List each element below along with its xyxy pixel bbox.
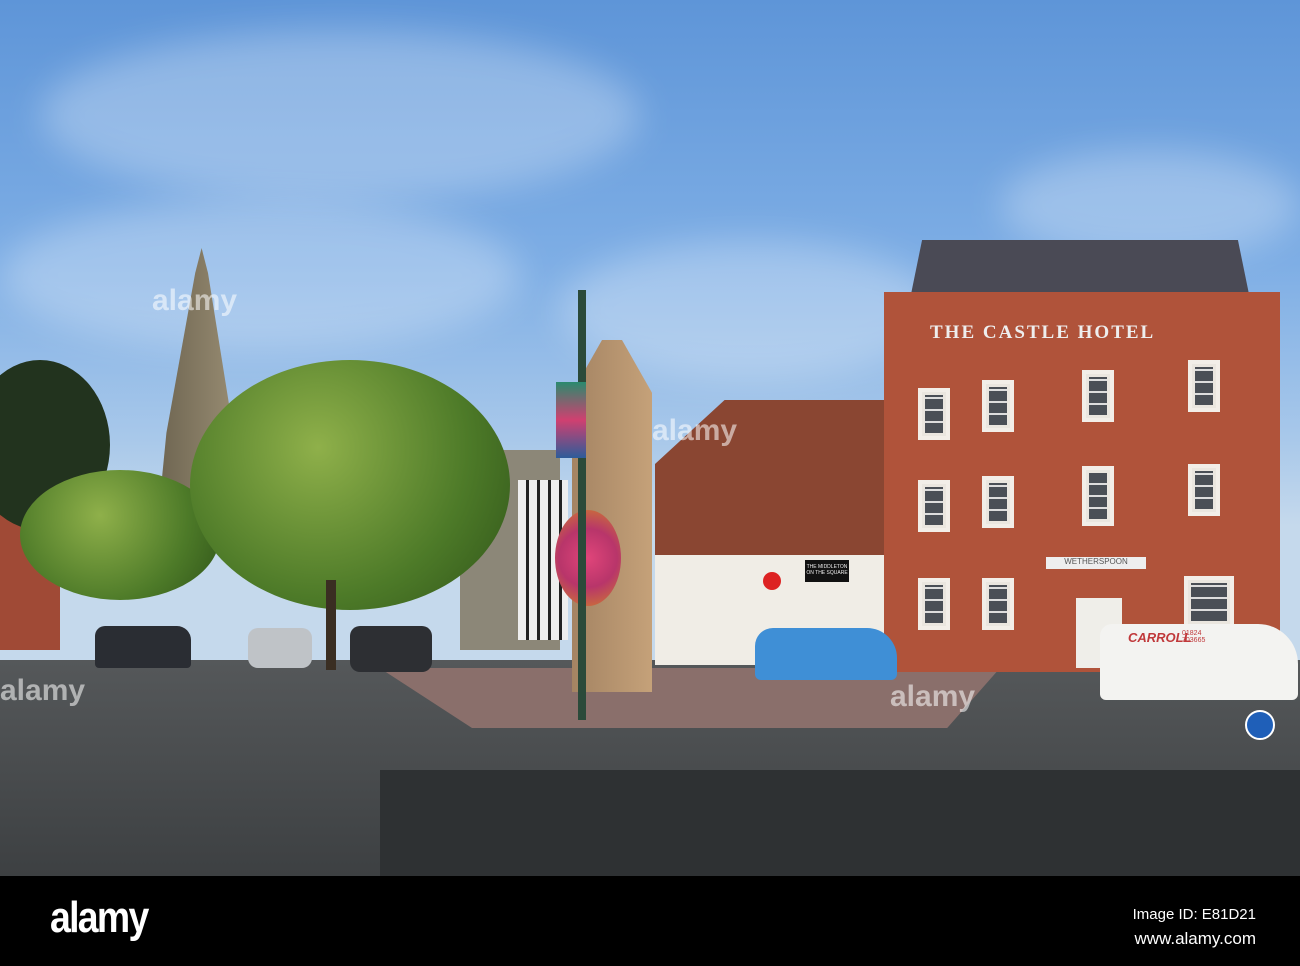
no-entry-sign <box>763 572 781 590</box>
window <box>918 578 950 630</box>
watermark: alamy <box>652 414 738 447</box>
window <box>1184 576 1234 628</box>
image-id: Image ID: E81D21 <box>1132 906 1256 923</box>
window <box>1082 466 1114 526</box>
cloud <box>40 30 640 200</box>
window <box>918 388 950 440</box>
window <box>982 578 1014 630</box>
road-shadow <box>380 770 1300 876</box>
inn-sign: THE MIDDLETON ON THE SQUARE <box>805 560 849 582</box>
window <box>918 480 950 532</box>
alamy-logo: alamy <box>50 893 149 942</box>
site-url[interactable]: www.alamy.com <box>1134 929 1256 949</box>
watermark: alamy <box>152 284 238 317</box>
window <box>1188 464 1220 516</box>
pub-sign: WETHERSPOON <box>1046 557 1146 569</box>
street-lamp <box>578 290 586 720</box>
blue-car <box>755 628 897 680</box>
keep-left-sign <box>1245 710 1275 740</box>
white-van: CARROLL 01824 703665 <box>1100 624 1298 700</box>
banner <box>556 382 586 458</box>
watermark: alamy <box>0 674 86 707</box>
tree-trunk <box>326 580 336 670</box>
hanging-flower-basket <box>555 510 621 606</box>
photo-scene: THE MIDDLETON ON THE SQUARE THE CASTLE H… <box>0 0 1300 876</box>
window <box>1188 360 1220 412</box>
window <box>982 380 1014 432</box>
cloud <box>0 200 520 350</box>
footer-bar <box>0 876 1300 966</box>
hotel-sign: THE CASTLE HOTEL <box>930 322 1156 343</box>
window <box>982 476 1014 528</box>
parked-car <box>248 628 312 668</box>
parked-car <box>95 626 191 668</box>
tree <box>190 360 510 610</box>
watermark: alamy <box>890 680 976 713</box>
van-phone: 01824 703665 <box>1182 630 1206 644</box>
window <box>1082 370 1114 422</box>
parked-car <box>350 626 432 672</box>
